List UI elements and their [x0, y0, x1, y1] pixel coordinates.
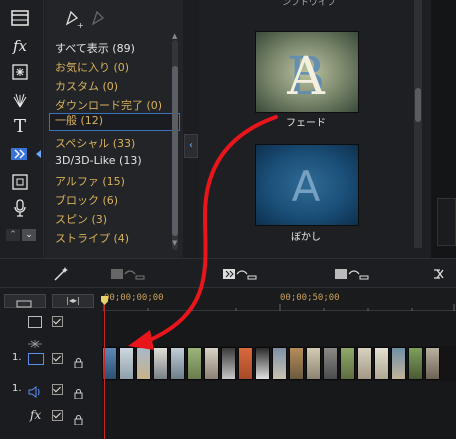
video-clip[interactable]: [323, 347, 338, 380]
track-headers: |◂▸| 1. 1. fx: [0, 289, 102, 439]
fx-lock-icon[interactable]: [74, 410, 83, 426]
video-clip[interactable]: [272, 347, 287, 380]
video-clip[interactable]: [204, 347, 219, 380]
category-item-general[interactable]: 一般 (12): [49, 113, 180, 131]
timecode-50s: 00;00;50;00: [280, 293, 340, 303]
category-item-alpha[interactable]: アルファ (15): [55, 173, 125, 189]
particle-icon[interactable]: [6, 58, 34, 86]
video-clip[interactable]: [221, 347, 236, 380]
transition-library: ンフトワイフ B A フェード A ぼかし: [199, 0, 431, 258]
fx-icon[interactable]: fx: [6, 32, 34, 60]
category-panel: + すべて表示 (89) お気に入り (0) カスタム (0) ダウンロード完了…: [45, 0, 183, 258]
blur-transition-thumbnail[interactable]: A: [255, 144, 359, 226]
active-indicator: [36, 150, 41, 158]
add-favorite-icon[interactable]: +: [63, 8, 85, 34]
collapse-panel-button[interactable]: ‹: [184, 134, 198, 158]
video-clip[interactable]: [340, 347, 355, 380]
fit-timeline-button[interactable]: |◂▸|: [52, 294, 94, 308]
video-clip[interactable]: [255, 347, 270, 380]
video-clip[interactable]: [136, 347, 151, 380]
track-1-audio-label: 1.: [12, 383, 22, 394]
track-enable-checkbox[interactable]: [52, 316, 63, 327]
title-icon[interactable]: T: [6, 112, 34, 140]
category-item-favorites[interactable]: お気に入り (0): [55, 59, 129, 75]
category-item-spin[interactable]: スピン (3): [55, 211, 107, 227]
track-1-label: 1.: [12, 352, 22, 363]
magic-tool-icon[interactable]: [52, 263, 70, 285]
fade-transition-thumbnail[interactable]: B A: [255, 31, 359, 113]
fx-lane-icon: [28, 333, 42, 352]
video-clip[interactable]: [408, 347, 423, 380]
video-clip[interactable]: [289, 347, 304, 380]
apply-all-icon[interactable]: [334, 263, 370, 285]
pip-icon[interactable]: [6, 168, 34, 196]
svg-text:+: +: [77, 21, 84, 30]
fireworks-icon[interactable]: [6, 86, 34, 114]
video-track-1-icon: [28, 353, 44, 365]
category-item-stripe[interactable]: ストライプ (4): [55, 230, 129, 246]
video-clip[interactable]: [119, 347, 134, 380]
category-item-special[interactable]: スペシャル (33): [55, 135, 135, 151]
lock-icon[interactable]: [74, 353, 83, 369]
chevron-down-icon[interactable]: ⌄: [22, 229, 36, 241]
timeline-toolbar: [0, 258, 456, 288]
category-item-3d[interactable]: 3D/3D-Like (13): [55, 154, 142, 167]
track-1-checkbox[interactable]: [52, 353, 63, 364]
library-top-caption: ンフトワイフ: [282, 0, 336, 8]
audio-lock-icon[interactable]: [74, 384, 83, 400]
scroll-up-arrow-icon[interactable]: ▲: [172, 32, 177, 40]
video-clip[interactable]: [391, 347, 406, 380]
library-scrollbar-thumb[interactable]: [415, 88, 421, 122]
category-item-all[interactable]: すべて表示 (89): [55, 40, 135, 56]
category-item-custom[interactable]: カスタム (0): [55, 78, 118, 94]
fx-track-label: fx: [30, 408, 42, 422]
video-clip[interactable]: [425, 347, 440, 380]
video-clip[interactable]: [170, 347, 185, 380]
video-clip[interactable]: [238, 347, 253, 380]
module-rail: fx T ⌃ ⌄: [0, 0, 44, 258]
video-track-icon: [28, 316, 42, 328]
ruler-ticks: [103, 304, 455, 311]
fade-glyph: A: [286, 47, 326, 107]
chevron-up-icon[interactable]: ⌃: [6, 229, 20, 241]
library-scrollbar[interactable]: [414, 0, 422, 248]
video-clip[interactable]: [357, 347, 372, 380]
video-clip[interactable]: [187, 347, 202, 380]
add-to-track-disabled-icon: [110, 263, 146, 285]
video-clip[interactable]: [306, 347, 321, 380]
right-panel-box: [437, 198, 456, 246]
transition-icon[interactable]: [6, 140, 34, 168]
audio-track-icon: [28, 383, 42, 402]
more-tools-icon[interactable]: [432, 263, 456, 285]
media-room-icon[interactable]: [6, 4, 34, 32]
video-clip[interactable]: [153, 347, 168, 380]
category-scrollbar-thumb[interactable]: [172, 66, 178, 236]
add-transition-icon[interactable]: [222, 263, 258, 285]
video-clip-strip[interactable]: [102, 346, 456, 381]
scroll-down-arrow-icon[interactable]: ▼: [172, 239, 177, 247]
mic-icon[interactable]: [6, 194, 34, 222]
blur-label: ぼかし: [291, 232, 321, 243]
fade-label: フェード: [286, 118, 326, 129]
track-manager-button[interactable]: [4, 294, 46, 308]
category-item-downloaded[interactable]: ダウンロード完了 (0): [55, 97, 162, 113]
timeline-ruler[interactable]: 00;00;00;00 00;00;50;00: [102, 289, 456, 311]
timecode-start: 00;00;00;00: [104, 293, 164, 303]
video-clip[interactable]: [374, 347, 389, 380]
fx-track-checkbox[interactable]: [52, 410, 63, 421]
playhead-line[interactable]: [104, 300, 105, 439]
audio-track-checkbox[interactable]: [52, 384, 63, 395]
blur-glyph: A: [292, 162, 321, 211]
category-item-block[interactable]: ブロック (6): [55, 192, 118, 208]
remove-favorite-icon[interactable]: [89, 8, 109, 34]
